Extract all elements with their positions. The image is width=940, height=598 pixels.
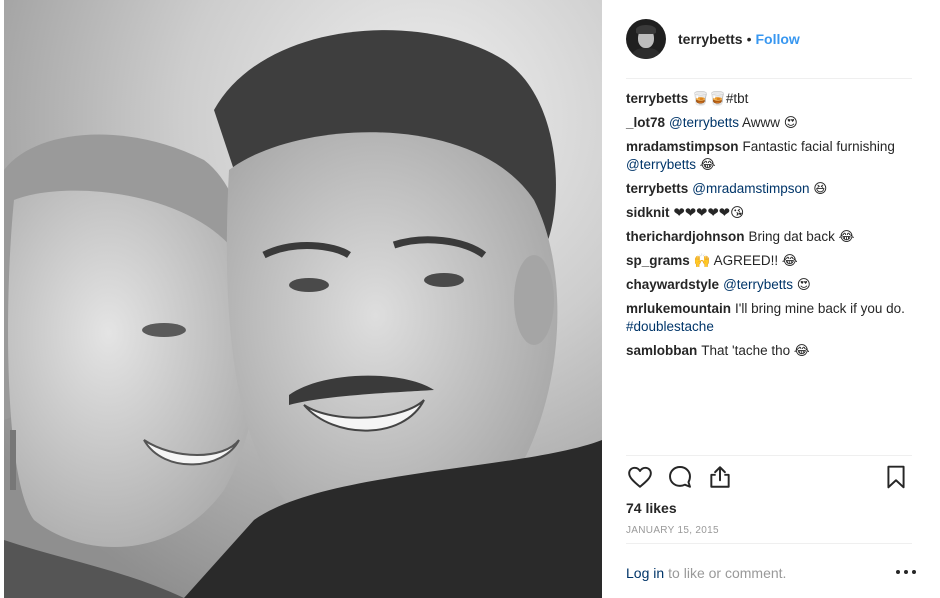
comment-mention[interactable]: @terrybetts [669, 115, 739, 130]
comment-list: terrybetts 🥃🥃#tbt _lot78 @terrybetts Awww … [626, 90, 912, 366]
post-photo-illustration [4, 0, 602, 598]
comment-mention[interactable]: @terrybetts [626, 157, 696, 172]
likes-count[interactable]: 74 likes [626, 500, 677, 516]
comment-item: sidknit ❤❤❤❤❤😘 [626, 204, 912, 222]
comment-author[interactable]: terrybetts [626, 91, 688, 106]
comment-text: 😆 [809, 181, 828, 196]
comment-author[interactable]: terrybetts [626, 181, 688, 196]
share-icon [710, 466, 730, 488]
post-side-panel: terrybetts • Follow terrybetts 🥃🥃#tbt _lo… [612, 0, 922, 598]
comment-text: Bring dat back 😂 [748, 229, 855, 244]
login-link[interactable]: Log in [626, 565, 664, 581]
comment-bubble-icon [669, 466, 691, 488]
login-suffix: to like or comment. [668, 565, 787, 581]
comment-item: chaywardstyle @terrybetts 😍 [626, 276, 912, 294]
header-divider [626, 78, 912, 79]
comment-mention[interactable]: @terrybetts [723, 277, 793, 292]
comment-author[interactable]: sidknit [626, 205, 670, 220]
comment-item: samlobban That 'tache tho 😂 [626, 342, 912, 360]
comment-author[interactable]: chaywardstyle [626, 277, 719, 292]
comment-author[interactable]: therichardjohnson [626, 229, 745, 244]
comment-text: 🙌 AGREED!! 😂 [693, 253, 798, 268]
post-date[interactable]: JANUARY 15, 2015 [626, 525, 719, 536]
header-separator: • [746, 31, 752, 47]
comment-item: terrybetts @mradamstimpson 😆 [626, 180, 912, 198]
more-dot [904, 570, 908, 574]
header-username[interactable]: terrybetts [678, 31, 743, 47]
comment-box-divider [626, 543, 912, 544]
post-photo[interactable] [4, 0, 602, 598]
comment-text: Awww 😍 [739, 115, 798, 130]
comment-text: ❤❤❤❤❤😘 [673, 205, 745, 220]
comment-text-after: 😂 [695, 157, 716, 172]
login-prompt: Log in to like or comment. [626, 563, 912, 583]
comment-author[interactable]: _lot78 [626, 115, 665, 130]
comment-text: That 'tache tho 😂 [701, 343, 810, 358]
comment-hashtag[interactable]: #doublestache [626, 319, 714, 334]
more-dot [912, 570, 916, 574]
comment-item: mradamstimpson Fantastic facial furnishin… [626, 138, 912, 174]
comment-author[interactable]: sp_grams [626, 253, 690, 268]
comment-author[interactable]: samlobban [626, 343, 697, 358]
comment-item: _lot78 @terrybetts Awww 😍 [626, 114, 912, 132]
comment-item: sp_grams 🙌 AGREED!! 😂 [626, 252, 912, 270]
comment-mention[interactable]: @mradamstimpson [692, 181, 809, 196]
comment-item: mrlukemountain I'll bring mine back if yo… [626, 300, 912, 336]
header-text: terrybetts • Follow [678, 31, 800, 47]
comment-text: 😍 [793, 277, 811, 292]
save-button[interactable] [882, 463, 910, 491]
comment-text: Fantastic facial furnishing [742, 139, 895, 154]
avatar-hair-shape [636, 25, 656, 34]
avatar-body-shape [632, 48, 660, 59]
comment-item: terrybetts 🥃🥃#tbt [626, 90, 912, 108]
post-header: terrybetts • Follow [626, 18, 912, 60]
share-button[interactable] [706, 463, 734, 491]
heart-icon [628, 466, 652, 488]
comment-item: therichardjohnson Bring dat back 😂 [626, 228, 912, 246]
comment-text: I'll bring mine back if you do. [735, 301, 905, 316]
comment-author[interactable]: mradamstimpson [626, 139, 739, 154]
avatar[interactable] [626, 19, 666, 59]
bookmark-icon [887, 465, 905, 489]
like-button[interactable] [626, 463, 654, 491]
comment-text: 🥃🥃#tbt [692, 91, 749, 106]
more-options-icon[interactable] [896, 566, 916, 578]
actions-divider [626, 455, 912, 456]
post-actions [626, 463, 912, 495]
more-dot [896, 570, 900, 574]
comment-button[interactable] [666, 463, 694, 491]
instagram-post: terrybetts • Follow terrybetts 🥃🥃#tbt _lo… [0, 0, 940, 598]
follow-button[interactable]: Follow [756, 31, 800, 47]
comment-author[interactable]: mrlukemountain [626, 301, 731, 316]
